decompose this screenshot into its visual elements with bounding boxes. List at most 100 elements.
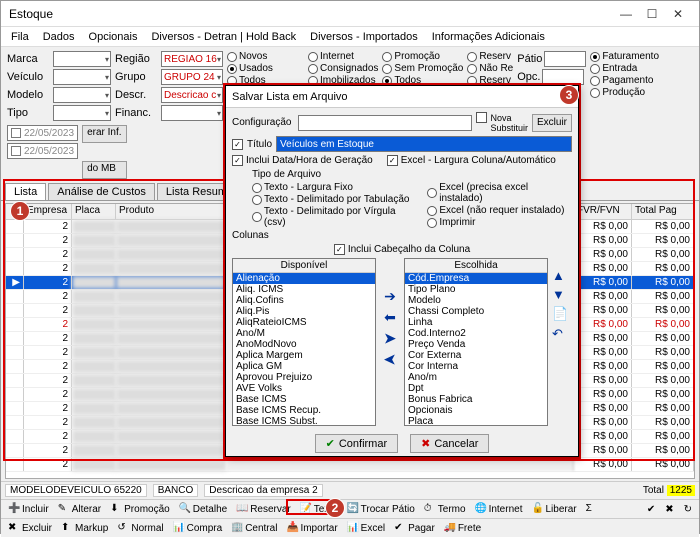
toolbar-incluir[interactable]: ➕Incluir: [5, 502, 52, 516]
list-item[interactable]: Placa: [405, 416, 547, 426]
menu-opcionais[interactable]: Opcionais: [83, 29, 144, 45]
list-item[interactable]: AliqRateioICMS: [233, 317, 375, 328]
list-item[interactable]: Aplica GM: [233, 361, 375, 372]
list-item[interactable]: Base ICMS Recup.: [233, 405, 375, 416]
menu-diversos-detran[interactable]: Diversos - Detran | Hold Back: [145, 29, 302, 45]
toolbar-trocar pátio[interactable]: 🔄Trocar Pátio: [344, 502, 418, 516]
minimize-button[interactable]: —: [613, 4, 639, 24]
cancelar-button[interactable]: ✖Cancelar: [410, 434, 489, 453]
tab-analise[interactable]: Análise de Custos: [48, 183, 155, 200]
tab-lista[interactable]: Lista: [5, 183, 46, 200]
tipo-excel-1[interactable]: Excel (precisa excel instalado): [427, 182, 572, 204]
move-up-icon[interactable]: ▲: [552, 268, 572, 283]
toolbar-importar[interactable]: 📥Importar: [283, 521, 340, 535]
list-item[interactable]: Bonus Fabrica: [405, 394, 547, 405]
undo-icon[interactable]: ↶: [552, 326, 572, 342]
toolbar-pagar[interactable]: ✔Pagar: [391, 521, 438, 535]
date-from-check[interactable]: [11, 128, 21, 138]
filter-modelo-select[interactable]: [53, 87, 111, 103]
col-empresa[interactable]: Empresa: [24, 204, 72, 219]
radio-consignados[interactable]: Consignados: [308, 63, 378, 74]
toolbar-reservar[interactable]: 📖Reservar: [233, 502, 294, 516]
radio-promocao[interactable]: Promoção: [382, 51, 463, 62]
toolbar-internet[interactable]: 🌐Internet: [472, 502, 526, 516]
close-button[interactable]: ✕: [665, 4, 691, 24]
list-item[interactable]: Modelo: [405, 295, 547, 306]
menu-dados[interactable]: Dados: [37, 29, 81, 45]
toolbar-action[interactable]: ✔: [644, 502, 658, 516]
radio-producao[interactable]: Produção: [590, 87, 659, 98]
move-all-left-icon[interactable]: ➤: [384, 351, 396, 368]
list-item[interactable]: Preço Venda: [405, 339, 547, 350]
tipo-texto-tab[interactable]: Texto - Delimitado por Tabulação: [252, 194, 417, 205]
inclui-data-check[interactable]: [232, 155, 243, 166]
inclui-cab-check[interactable]: [334, 244, 345, 255]
excel-auto-check[interactable]: [387, 155, 398, 166]
nova-check[interactable]: [476, 112, 487, 123]
do-mb-button[interactable]: do MB: [82, 161, 126, 179]
toolbar-detalhe[interactable]: 🔍Detalhe: [176, 502, 230, 516]
patio-select[interactable]: [544, 51, 586, 67]
list-item[interactable]: Aprovou Prejuizo: [233, 372, 375, 383]
date-to-check[interactable]: [11, 146, 21, 156]
toolbar-action[interactable]: ✖: [662, 502, 676, 516]
radio-internet[interactable]: Internet: [308, 51, 378, 62]
list-item[interactable]: Alienação: [233, 273, 375, 284]
radio-reserv-1[interactable]: Reserv: [467, 51, 513, 62]
list-item[interactable]: Dpt: [405, 383, 547, 394]
menu-diversos-importados[interactable]: Diversos - Importados: [304, 29, 424, 45]
menu-fila[interactable]: Fila: [5, 29, 35, 45]
move-down-icon[interactable]: ▼: [552, 287, 572, 302]
preview-icon[interactable]: 📄: [552, 306, 572, 322]
toolbar-frete[interactable]: 🚚Frete: [441, 521, 484, 535]
move-right-icon[interactable]: ➔: [384, 288, 396, 305]
move-all-right-icon[interactable]: ➤: [384, 330, 396, 347]
tipo-excel-2[interactable]: Excel (não requer instalado): [427, 205, 572, 216]
list-item[interactable]: Aplica Margem: [233, 350, 375, 361]
toolbar-compra[interactable]: 📊Compra: [170, 521, 226, 535]
escolhida-list[interactable]: Escolhida Cód.EmpresaTipo PlanoModeloCha…: [404, 258, 548, 426]
list-item[interactable]: Aliq.Pis: [233, 306, 375, 317]
radio-faturamento[interactable]: Faturamento: [590, 51, 659, 62]
col-totalpag[interactable]: Total Pag: [632, 204, 694, 219]
list-item[interactable]: Cor Interna: [405, 361, 547, 372]
list-item[interactable]: Opcionais: [405, 405, 547, 416]
maximize-button[interactable]: ☐: [639, 4, 665, 24]
filter-regiao-select[interactable]: REGIAO 16: [161, 51, 223, 67]
radio-usados[interactable]: Usados: [227, 63, 304, 74]
filter-marca-select[interactable]: [53, 51, 111, 67]
list-item[interactable]: Chassi Completo: [405, 306, 547, 317]
toolbar-promoção[interactable]: ⬇Promoção: [107, 502, 173, 516]
list-item[interactable]: Cod.Interno2: [405, 328, 547, 339]
filter-financ-select[interactable]: [161, 105, 223, 121]
radio-entrada[interactable]: Entrada: [590, 63, 659, 74]
erar-inf-button[interactable]: erar Inf.: [82, 125, 126, 143]
move-left-icon[interactable]: ⬅: [384, 309, 396, 326]
filter-tipo-select[interactable]: [53, 105, 111, 121]
date-from[interactable]: 22/05/2023: [7, 125, 78, 141]
tipo-texto-csv[interactable]: Texto - Delimitado por Vírgula (csv): [252, 206, 417, 228]
toolbar-markup[interactable]: ⬆Markup: [58, 521, 111, 535]
tipo-texto-fixo[interactable]: Texto - Largura Fixo: [252, 182, 417, 193]
titulo-input[interactable]: [276, 136, 572, 152]
toolbar-central[interactable]: 🏢Central: [228, 521, 280, 535]
filter-descr-select[interactable]: Descricao c: [161, 87, 223, 103]
list-item[interactable]: Cód.Empresa: [405, 273, 547, 284]
radio-pagamento[interactable]: Pagamento: [590, 75, 659, 86]
filter-grupo-select[interactable]: GRUPO 24: [161, 69, 223, 85]
opc-select[interactable]: [542, 69, 584, 85]
titulo-check[interactable]: [232, 139, 243, 150]
col-fvr[interactable]: FVR/FVN: [574, 204, 632, 219]
excluir-config-button[interactable]: Excluir: [532, 114, 572, 132]
toolbar-termo[interactable]: ⏱Termo: [421, 502, 469, 516]
list-item[interactable]: Base ICMS Subst.: [233, 416, 375, 426]
disponivel-list[interactable]: Disponível AlienaçãoAliq. ICMSAliq.Cofin…: [232, 258, 376, 426]
filter-veiculo-select[interactable]: [53, 69, 111, 85]
list-item[interactable]: Aliq.Cofins: [233, 295, 375, 306]
list-item[interactable]: Cor Externa: [405, 350, 547, 361]
toolbar-normal[interactable]: ↺Normal: [114, 521, 166, 535]
toolbar-excel[interactable]: 📊Excel: [344, 521, 388, 535]
list-item[interactable]: AnoModNovo: [233, 339, 375, 350]
toolbar-[interactable]: Σ: [583, 502, 603, 516]
list-item[interactable]: Base ICMS: [233, 394, 375, 405]
